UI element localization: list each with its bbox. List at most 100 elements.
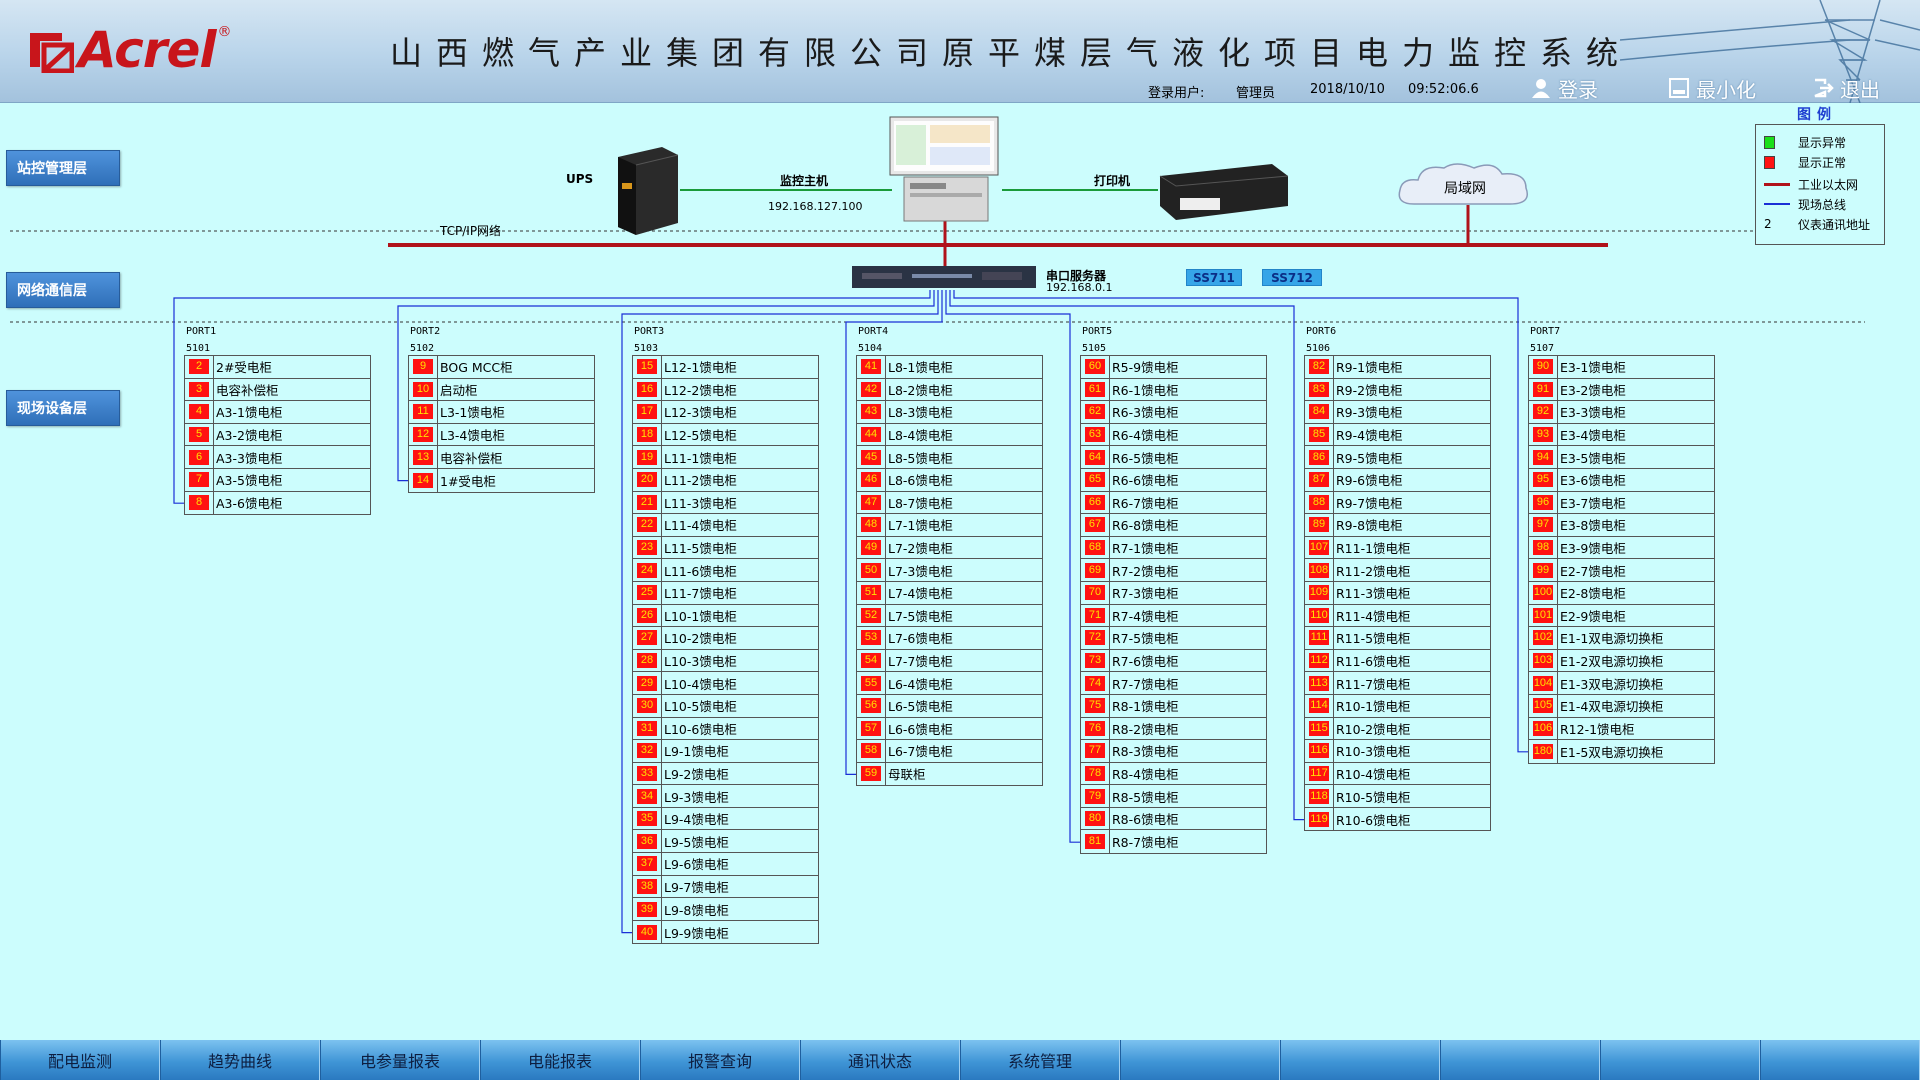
device-row[interactable]: 115 R10-2馈电柜 — [1305, 717, 1490, 741]
device-row[interactable]: 92 E3-3馈电柜 — [1529, 401, 1714, 424]
device-row[interactable]: 180 E1-5双电源切换柜 — [1529, 740, 1714, 763]
minimize-button[interactable]: 最小化 — [1668, 74, 1756, 102]
nav-tab[interactable] — [1600, 1040, 1760, 1080]
nav-tab[interactable]: 配电监测 — [0, 1040, 160, 1080]
device-row[interactable]: 113 R11-7馈电柜 — [1305, 672, 1490, 695]
device-row[interactable]: 14 1#受电柜 — [409, 468, 594, 492]
device-row[interactable]: 76 R8-2馈电柜 — [1081, 717, 1266, 741]
device-row[interactable]: 6 A3-3馈电柜 — [185, 446, 370, 469]
device-row[interactable]: 34 L9-3馈电柜 — [633, 785, 818, 808]
device-row[interactable]: 102 E1-1双电源切换柜 — [1529, 627, 1714, 650]
device-row[interactable]: 8 A3-6馈电柜 — [185, 491, 370, 515]
device-row[interactable]: 86 R9-5馈电柜 — [1305, 446, 1490, 469]
nav-tab[interactable]: 系统管理 — [960, 1040, 1120, 1080]
device-row[interactable]: 66 R6-7馈电柜 — [1081, 491, 1266, 515]
device-row[interactable]: 18 L12-5馈电柜 — [633, 423, 818, 447]
printer-device[interactable] — [1152, 156, 1292, 222]
ss712-badge[interactable]: SS712 — [1262, 269, 1322, 286]
monitor-host-device[interactable] — [888, 115, 1000, 223]
device-row[interactable]: 80 R8-6馈电柜 — [1081, 807, 1266, 831]
device-row[interactable]: 38 L9-7馈电柜 — [633, 875, 818, 899]
device-row[interactable]: 98 E3-9馈电柜 — [1529, 536, 1714, 560]
device-row[interactable]: 81 R8-7馈电柜 — [1081, 830, 1266, 854]
device-row[interactable]: 30 L10-5馈电柜 — [633, 694, 818, 718]
nav-tab[interactable] — [1760, 1040, 1920, 1080]
device-row[interactable]: 10 启动柜 — [409, 378, 594, 402]
device-row[interactable]: 100 E2-8馈电柜 — [1529, 581, 1714, 605]
device-row[interactable]: 111 R11-5馈电柜 — [1305, 627, 1490, 650]
device-row[interactable]: 110 R11-4馈电柜 — [1305, 604, 1490, 628]
device-row[interactable]: 39 L9-8馈电柜 — [633, 898, 818, 921]
device-row[interactable]: 103 E1-2双电源切换柜 — [1529, 649, 1714, 673]
device-row[interactable]: 37 L9-6馈电柜 — [633, 853, 818, 876]
nav-tab[interactable]: 通讯状态 — [800, 1040, 960, 1080]
device-row[interactable]: 56 L6-5馈电柜 — [857, 694, 1042, 718]
device-row[interactable]: 105 E1-4双电源切换柜 — [1529, 694, 1714, 718]
device-row[interactable]: 28 L10-3馈电柜 — [633, 649, 818, 673]
device-row[interactable]: 24 L11-6馈电柜 — [633, 559, 818, 582]
device-row[interactable]: 42 L8-2馈电柜 — [857, 378, 1042, 402]
device-row[interactable]: 112 R11-6馈电柜 — [1305, 649, 1490, 673]
device-row[interactable]: 3 电容补偿柜 — [185, 378, 370, 402]
nav-tab[interactable]: 趋势曲线 — [160, 1040, 320, 1080]
device-row[interactable]: 21 L11-3馈电柜 — [633, 491, 818, 515]
device-row[interactable]: 17 L12-3馈电柜 — [633, 401, 818, 424]
device-row[interactable]: 89 R9-8馈电柜 — [1305, 514, 1490, 537]
device-row[interactable]: 90 E3-1馈电柜 — [1529, 356, 1714, 379]
device-row[interactable]: 87 R9-6馈电柜 — [1305, 468, 1490, 492]
device-row[interactable]: 63 R6-4馈电柜 — [1081, 423, 1266, 447]
lan-cloud[interactable]: 局域网 — [1394, 160, 1534, 212]
device-row[interactable]: 79 R8-5馈电柜 — [1081, 785, 1266, 808]
device-row[interactable]: 35 L9-4馈电柜 — [633, 807, 818, 831]
device-row[interactable]: 50 L7-3馈电柜 — [857, 559, 1042, 582]
device-row[interactable]: 31 L10-6馈电柜 — [633, 717, 818, 741]
device-row[interactable]: 49 L7-2馈电柜 — [857, 536, 1042, 560]
device-row[interactable]: 119 R10-6馈电柜 — [1305, 807, 1490, 831]
device-row[interactable]: 20 L11-2馈电柜 — [633, 468, 818, 492]
device-row[interactable]: 33 L9-2馈电柜 — [633, 762, 818, 786]
device-row[interactable]: 13 电容补偿柜 — [409, 446, 594, 469]
device-row[interactable]: 96 E3-7馈电柜 — [1529, 491, 1714, 515]
device-row[interactable]: 25 L11-7馈电柜 — [633, 581, 818, 605]
device-row[interactable]: 53 L7-6馈电柜 — [857, 627, 1042, 650]
device-row[interactable]: 59 母联柜 — [857, 762, 1042, 786]
device-row[interactable]: 54 L7-7馈电柜 — [857, 649, 1042, 673]
device-row[interactable]: 36 L9-5馈电柜 — [633, 830, 818, 854]
device-row[interactable]: 55 L6-4馈电柜 — [857, 672, 1042, 695]
device-row[interactable]: 52 L7-5馈电柜 — [857, 604, 1042, 628]
nav-tab[interactable]: 电参量报表 — [320, 1040, 480, 1080]
device-row[interactable]: 106 R12-1馈电柜 — [1529, 717, 1714, 741]
serial-server-device[interactable] — [852, 264, 1036, 290]
device-row[interactable]: 104 E1-3双电源切换柜 — [1529, 672, 1714, 695]
device-row[interactable]: 61 R6-1馈电柜 — [1081, 378, 1266, 402]
device-row[interactable]: 57 L6-6馈电柜 — [857, 717, 1042, 741]
nav-tab[interactable] — [1120, 1040, 1280, 1080]
device-row[interactable]: 7 A3-5馈电柜 — [185, 468, 370, 492]
device-row[interactable]: 77 R8-3馈电柜 — [1081, 740, 1266, 763]
device-row[interactable]: 118 R10-5馈电柜 — [1305, 785, 1490, 808]
device-row[interactable]: 83 R9-2馈电柜 — [1305, 378, 1490, 402]
device-row[interactable]: 4 A3-1馈电柜 — [185, 401, 370, 424]
device-row[interactable]: 75 R8-1馈电柜 — [1081, 694, 1266, 718]
nav-tab[interactable] — [1280, 1040, 1440, 1080]
login-button[interactable]: 登录 — [1530, 74, 1598, 102]
device-row[interactable]: 108 R11-2馈电柜 — [1305, 559, 1490, 582]
device-row[interactable]: 73 R7-6馈电柜 — [1081, 649, 1266, 673]
device-row[interactable]: 72 R7-5馈电柜 — [1081, 627, 1266, 650]
device-row[interactable]: 74 R7-7馈电柜 — [1081, 672, 1266, 695]
device-row[interactable]: 65 R6-6馈电柜 — [1081, 468, 1266, 492]
device-row[interactable]: 51 L7-4馈电柜 — [857, 581, 1042, 605]
device-row[interactable]: 99 E2-7馈电柜 — [1529, 559, 1714, 582]
device-row[interactable]: 29 L10-4馈电柜 — [633, 672, 818, 695]
device-row[interactable]: 82 R9-1馈电柜 — [1305, 356, 1490, 379]
device-row[interactable]: 32 L9-1馈电柜 — [633, 740, 818, 763]
device-row[interactable]: 41 L8-1馈电柜 — [857, 356, 1042, 379]
device-row[interactable]: 70 R7-3馈电柜 — [1081, 581, 1266, 605]
device-row[interactable]: 27 L10-2馈电柜 — [633, 627, 818, 650]
nav-tab[interactable] — [1440, 1040, 1600, 1080]
device-row[interactable]: 67 R6-8馈电柜 — [1081, 514, 1266, 537]
device-row[interactable]: 12 L3-4馈电柜 — [409, 423, 594, 447]
device-row[interactable]: 22 L11-4馈电柜 — [633, 514, 818, 537]
device-row[interactable]: 71 R7-4馈电柜 — [1081, 604, 1266, 628]
device-row[interactable]: 9 BOG MCC柜 — [409, 356, 594, 379]
